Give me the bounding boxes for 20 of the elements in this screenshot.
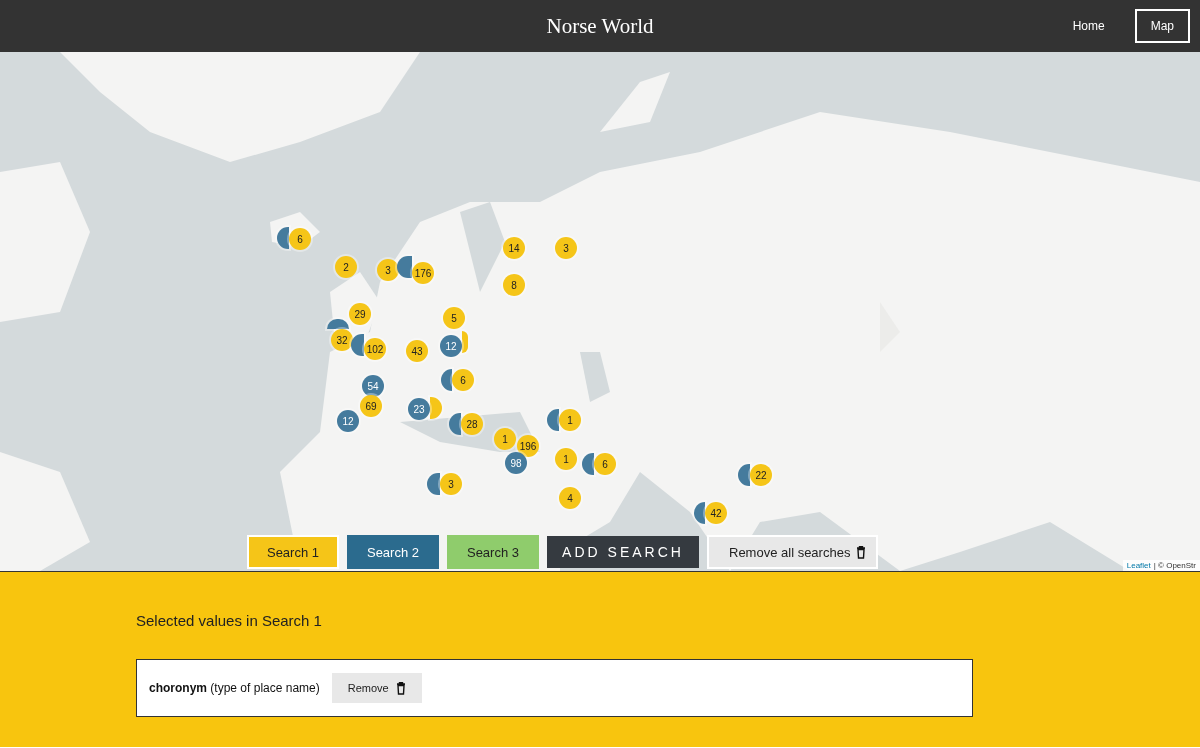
- attribution-text: | © OpenStr: [1153, 561, 1196, 570]
- cluster-marker[interactable]: [694, 502, 705, 524]
- nav-link[interactable]: Map: [1134, 9, 1190, 43]
- remove-all-button[interactable]: Remove all searches: [707, 535, 879, 569]
- panel-heading: Selected values in Search 1: [136, 612, 322, 629]
- remove-button[interactable]: Remove: [331, 673, 422, 703]
- site-title: Norse World: [546, 13, 654, 38]
- trash-icon: [856, 545, 867, 559]
- search-tab[interactable]: Search 3: [447, 535, 539, 569]
- trash-icon: [395, 681, 406, 695]
- search-tab[interactable]: Search 2: [347, 535, 439, 569]
- search-tab[interactable]: Search 1: [247, 535, 339, 569]
- nav-link[interactable]: Home: [1056, 9, 1121, 43]
- value-label: choronym (type of place name): [149, 681, 320, 695]
- cluster-marker[interactable]: [441, 369, 452, 391]
- cluster-marker[interactable]: [397, 256, 412, 278]
- cluster-marker[interactable]: [327, 319, 349, 329]
- leaflet-link[interactable]: Leaflet: [1126, 561, 1151, 570]
- cluster-marker[interactable]: [462, 331, 468, 353]
- add-search-button[interactable]: ADD SEARCH: [547, 536, 699, 568]
